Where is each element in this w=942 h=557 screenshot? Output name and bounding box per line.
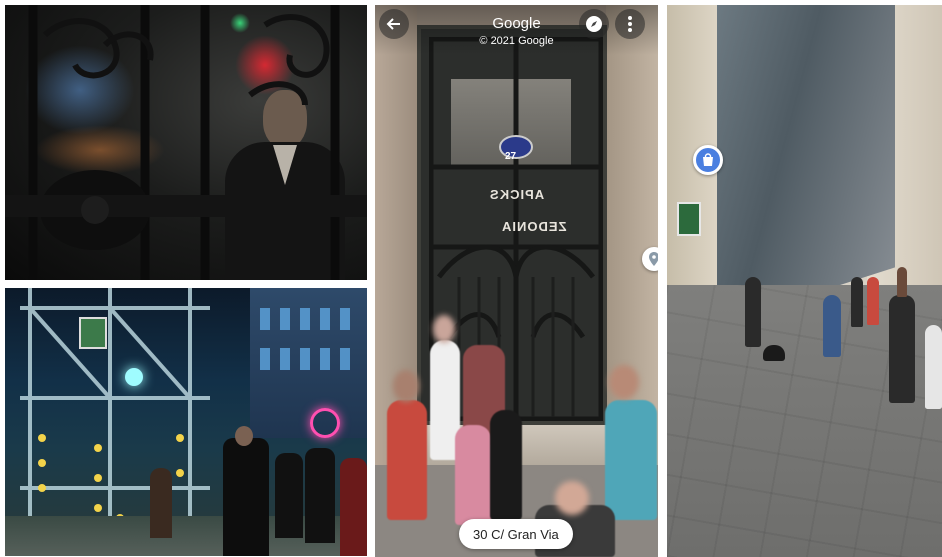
location-chip[interactable]: 30 C/ Gran Via bbox=[459, 519, 573, 549]
neon-light-cyan bbox=[125, 368, 143, 386]
blurred-face bbox=[433, 315, 455, 343]
man-walking bbox=[223, 438, 269, 556]
pedestrian bbox=[745, 277, 761, 347]
pedestrian-red-top bbox=[387, 400, 427, 520]
pedestrian-black bbox=[490, 410, 522, 520]
street-light-fixture bbox=[763, 345, 785, 361]
pedestrian bbox=[305, 448, 335, 543]
pedestrian bbox=[897, 267, 907, 297]
ornate-gate bbox=[5, 5, 367, 280]
pedestrian bbox=[867, 277, 879, 325]
green-shop-sign bbox=[677, 202, 701, 236]
child-pink bbox=[455, 425, 491, 525]
pedestrian bbox=[150, 468, 172, 538]
woman-walking bbox=[889, 295, 915, 403]
street-view-copyright: © 2021 Google bbox=[479, 35, 554, 47]
still-night-street bbox=[5, 288, 367, 556]
shopping-bag-icon bbox=[703, 153, 713, 166]
still-man-behind-gate bbox=[5, 5, 367, 280]
building-lit bbox=[250, 288, 367, 438]
reflection-text-1: APICKS bbox=[489, 187, 545, 202]
place-pin-icon bbox=[649, 252, 658, 266]
pedestrian bbox=[823, 295, 841, 357]
more-options-button[interactable] bbox=[615, 9, 645, 39]
child-walking bbox=[925, 325, 942, 409]
street-view-panel[interactable]: 27 APICKS ZEDONIA Google © 2021 Google 3… bbox=[375, 5, 658, 557]
shop-pin-button[interactable] bbox=[693, 145, 723, 175]
neon-sign-pink bbox=[310, 408, 340, 438]
pedestrian-head bbox=[393, 370, 419, 402]
blurred-face bbox=[555, 481, 589, 515]
man-walking-head bbox=[235, 426, 253, 446]
pedestrian bbox=[851, 277, 863, 327]
reflection-text-2: ZEDONIA bbox=[501, 219, 567, 234]
blurred-face bbox=[609, 365, 639, 399]
pedestrian bbox=[340, 458, 367, 556]
compass-icon bbox=[586, 16, 602, 32]
pedestrian bbox=[275, 453, 303, 538]
door-number: 27 bbox=[505, 151, 517, 162]
pedestrian-teal bbox=[605, 400, 657, 520]
street-photo-panel bbox=[667, 5, 942, 557]
more-vert-icon bbox=[628, 16, 632, 32]
compass-button[interactable] bbox=[579, 9, 609, 39]
